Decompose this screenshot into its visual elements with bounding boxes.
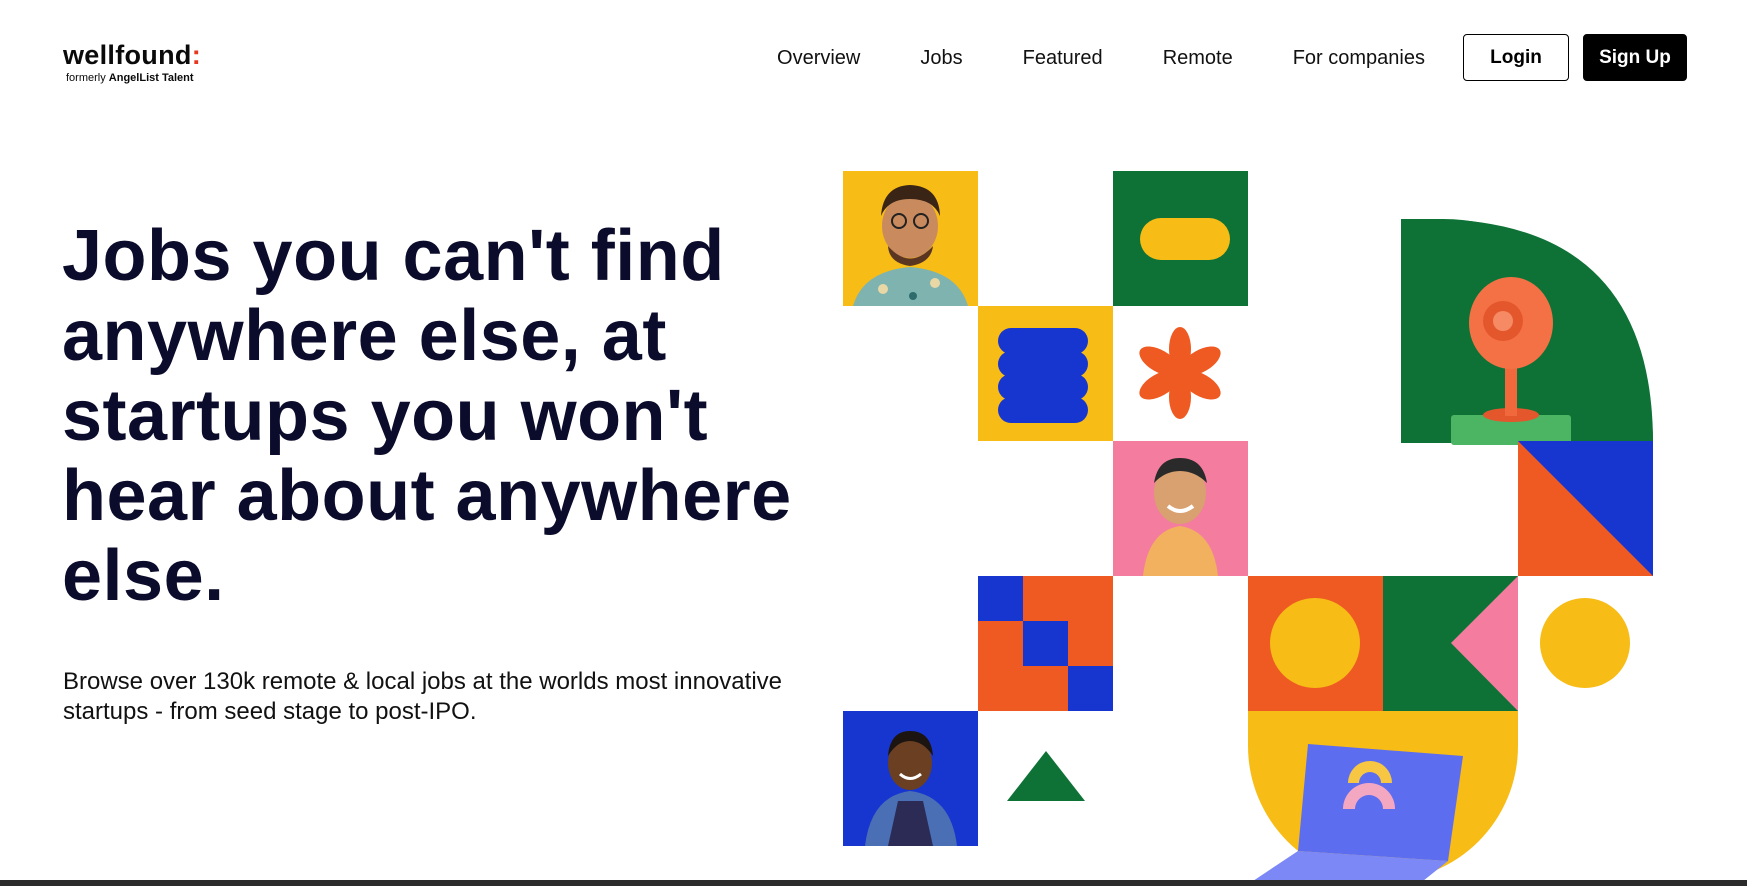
nav-jobs[interactable]: Jobs <box>920 35 962 81</box>
login-button[interactable]: Login <box>1463 34 1569 81</box>
checker-pattern <box>978 576 1113 711</box>
nav-for-companies[interactable]: For companies <box>1293 35 1425 81</box>
triangle-split <box>1518 441 1653 576</box>
person-photo-3 <box>843 711 978 846</box>
laptop-3d <box>1248 711 1518 881</box>
bottom-scroll-bar <box>0 880 1747 886</box>
asterisk-shape <box>1113 306 1248 441</box>
green-triangle <box>1007 751 1085 801</box>
wellfound-logo[interactable]: wellfound: formerly AngelList Talent <box>63 40 201 85</box>
nav-featured[interactable]: Featured <box>1023 35 1103 81</box>
site-header: wellfound: formerly AngelList Talent Ove… <box>0 0 1747 116</box>
blob-stack <box>978 306 1113 441</box>
person-photo-1 <box>843 171 978 306</box>
yellow-circle <box>1540 598 1630 688</box>
signup-button[interactable]: Sign Up <box>1583 34 1687 81</box>
person-photo-2 <box>1113 441 1248 576</box>
nav-overview[interactable]: Overview <box>777 35 860 81</box>
circle-on-orange <box>1248 576 1383 711</box>
hero-subtitle: Browse over 130k remote & local jobs at … <box>63 668 783 725</box>
main-nav: Overview Jobs Featured Remote For compan… <box>777 34 1687 81</box>
nav-remote[interactable]: Remote <box>1163 35 1233 81</box>
illustration-svg <box>843 171 1653 881</box>
hero-illustration <box>843 171 1653 881</box>
arrow-shape <box>1383 576 1518 711</box>
hero-title: Jobs you can't find anywhere else, at st… <box>62 216 792 616</box>
logo-colon: : <box>191 40 201 70</box>
pill-shape <box>1113 171 1248 306</box>
logo-tagline: formerly AngelList Talent <box>66 72 194 84</box>
webcam-3d <box>1401 219 1653 445</box>
logo-wordmark: wellfound <box>63 40 192 70</box>
